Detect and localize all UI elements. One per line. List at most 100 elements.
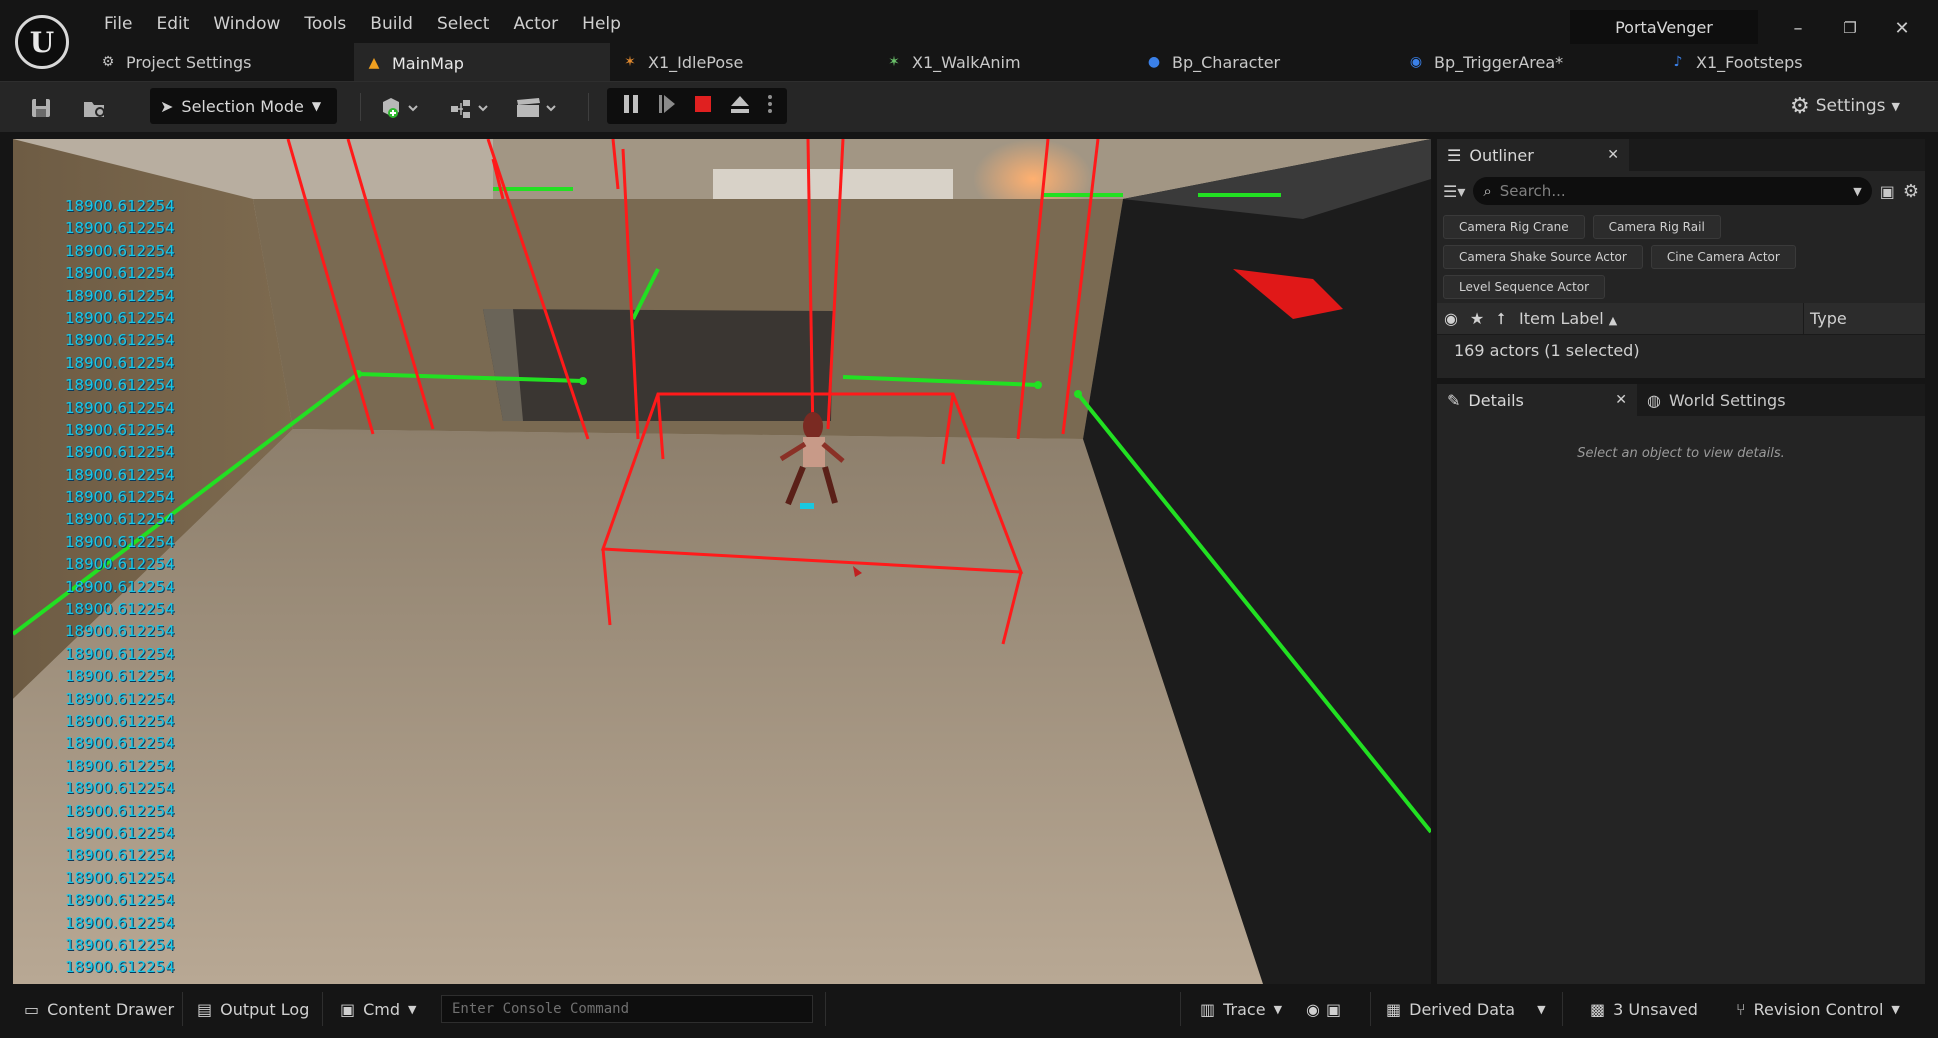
debug-print-line: 18900.612254 [65, 577, 175, 596]
selection-mode-dropdown[interactable]: ➤ Selection Mode ▼ [150, 88, 337, 124]
outliner-column-header: ◉ ★ ⭡ Item Label ▲ Type [1437, 302, 1925, 335]
trace-dropdown[interactable]: ▥ Trace ▼ [1190, 992, 1292, 1026]
engine-logo-icon[interactable]: U [15, 15, 69, 69]
close-icon[interactable]: ✕ [1615, 392, 1627, 408]
add-folder-icon[interactable]: ▣ [1880, 182, 1895, 201]
revision-control-dropdown[interactable]: ⑂ Revision Control ▼ [1726, 992, 1910, 1026]
pencil-icon: ✎ [1447, 390, 1461, 410]
cinematics-button[interactable] [512, 92, 564, 124]
debug-print-log: 18900.612254 18900.612254 18900.612254 1890… [65, 195, 175, 979]
debug-print-line: 18900.612254 [65, 711, 175, 730]
debug-print-line: 18900.612254 [65, 219, 175, 238]
menu-actor[interactable]: Actor [501, 10, 570, 38]
statusbar-divider [1370, 992, 1371, 1026]
outliner-search-row: ☰▾ ⌕ Search... ▼ ▣ ⚙ [1437, 171, 1925, 211]
cmd-dropdown[interactable]: ▣ Cmd ▼ [330, 992, 427, 1026]
close-icon[interactable]: ✕ [1607, 147, 1619, 163]
close-window-button[interactable]: ✕ [1884, 14, 1920, 42]
menu-edit[interactable]: Edit [144, 10, 201, 38]
derived-data-dropdown[interactable]: ▦ Derived Data ▼ [1376, 992, 1556, 1026]
tab-x1-idlepose[interactable]: ✶ X1_IdlePose [610, 43, 874, 81]
column-item-label[interactable]: Item Label ▲ [1513, 309, 1803, 328]
minimize-button[interactable]: – [1780, 14, 1816, 42]
level-icon: ▲ [368, 55, 380, 71]
console-command-input[interactable]: Enter Console Command [441, 995, 813, 1023]
stop-icon[interactable] [693, 93, 713, 119]
debug-print-line: 18900.612254 [65, 689, 175, 708]
debug-print-line: 18900.612254 [65, 667, 175, 686]
eject-icon[interactable] [729, 93, 751, 119]
filter-chip[interactable]: Level Sequence Actor [1443, 275, 1606, 299]
blueprint-tools-button[interactable] [446, 92, 496, 124]
tab-x1-footsteps[interactable]: ♪ X1_Footsteps [1658, 43, 1858, 81]
character-icon: ● [1147, 54, 1161, 70]
details-empty-text: Select an object to view details. [1577, 446, 1785, 461]
tab-bp-character[interactable]: ● Bp_Character [1134, 43, 1396, 81]
debug-print-line: 18900.612254 [65, 197, 175, 215]
add-actor-button[interactable] [377, 92, 425, 124]
menu-select[interactable]: Select [425, 10, 501, 38]
menu-window[interactable]: Window [201, 10, 292, 38]
debug-print-line: 18900.612254 [65, 868, 175, 887]
screenshot-icon[interactable]: ▣ [1326, 1000, 1341, 1019]
statusbar-divider [825, 992, 826, 1026]
column-type[interactable]: Type [1803, 302, 1847, 335]
debug-print-line: 18900.612254 [65, 488, 175, 507]
gear-icon[interactable]: ⚙ [1903, 181, 1919, 202]
debug-print-line: 18900.612254 [65, 420, 175, 439]
menu-file[interactable]: File [92, 10, 144, 38]
debug-print-line: 18900.612254 [65, 241, 175, 260]
filter-chip[interactable]: Camera Shake Source Actor [1443, 245, 1643, 269]
tab-project-settings[interactable]: ⚙ Project Settings [88, 43, 350, 81]
log-icon: ▤ [197, 999, 213, 1019]
tab-details[interactable]: ✎ Details ✕ [1437, 384, 1637, 416]
menu-build[interactable]: Build [358, 10, 425, 38]
debug-print-line: 18900.612254 [65, 823, 175, 842]
chevron-down-icon: ▼ [1891, 1002, 1900, 1016]
debug-print-line: 18900.612254 [65, 935, 175, 954]
restore-button[interactable]: ❐ [1832, 14, 1868, 42]
debug-print-line: 18900.612254 [65, 555, 175, 574]
debug-print-line: 18900.612254 [65, 376, 175, 395]
tab-world-settings[interactable]: ◍ World Settings [1637, 384, 1817, 416]
viewport-scene [13, 139, 1431, 984]
menu-help[interactable]: Help [570, 10, 633, 38]
save-icon[interactable] [26, 92, 56, 124]
unsaved-button[interactable]: ▩ 3 Unsaved [1580, 992, 1708, 1026]
details-panel: ✎ Details ✕ ◍ World Settings Select an o… [1437, 384, 1925, 984]
tab-mainmap[interactable]: ▲ MainMap [354, 43, 610, 81]
pin-icon[interactable]: ⭡ [1489, 309, 1513, 329]
chevron-down-icon: ▼ [1537, 1002, 1546, 1016]
filter-chip[interactable]: Camera Rig Crane [1443, 215, 1585, 239]
filter-chip[interactable]: Cine Camera Actor [1650, 245, 1796, 269]
favorite-star-icon[interactable]: ★ [1465, 309, 1489, 328]
step-frame-icon[interactable] [657, 93, 677, 119]
menu-bar: File Edit Window Tools Build Select Acto… [92, 10, 633, 38]
outliner-panel: ☰ Outliner ✕ ☰▾ ⌕ Search... ▼ ▣ ⚙ Camera… [1437, 139, 1925, 378]
level-viewport[interactable]: 18900.612254 18900.612254 18900.612254 1890… [13, 139, 1431, 984]
toolbar-divider [588, 93, 589, 121]
tab-x1-walkanim[interactable]: ✶ X1_WalkAnim [874, 43, 1134, 81]
pause-icon[interactable] [621, 93, 641, 119]
chevron-down-icon: ▼ [1853, 184, 1862, 198]
tab-bp-triggerarea[interactable]: ◉ Bp_TriggerArea* [1396, 43, 1658, 81]
debug-print-line: 18900.612254 [65, 398, 175, 417]
outliner-search-input[interactable]: ⌕ Search... ▼ [1473, 177, 1872, 205]
debug-print-line: 18900.612254 [65, 734, 175, 753]
visibility-eye-icon[interactable]: ◉ [1437, 309, 1465, 328]
sort-ascending-icon: ▲ [1608, 314, 1618, 327]
filter-icon[interactable]: ☰▾ [1443, 182, 1465, 201]
menu-tools[interactable]: Tools [292, 10, 358, 38]
output-log-button[interactable]: ▤ Output Log [187, 992, 319, 1026]
statusbar-divider [1180, 992, 1181, 1026]
tab-outliner[interactable]: ☰ Outliner ✕ [1437, 139, 1629, 171]
record-icon[interactable]: ◉ [1306, 1000, 1320, 1019]
settings-button[interactable]: ⚙ Settings ▼ [1790, 92, 1900, 120]
filter-chip[interactable]: Camera Rig Rail [1592, 215, 1721, 239]
browse-icon[interactable] [80, 92, 110, 124]
chevron-down-icon: ▼ [408, 1002, 417, 1016]
more-options-icon[interactable] [767, 93, 773, 119]
content-drawer-button[interactable]: ▭ Content Drawer [14, 992, 184, 1026]
debug-print-line: 18900.612254 [65, 891, 175, 910]
statusbar-divider [182, 992, 183, 1026]
